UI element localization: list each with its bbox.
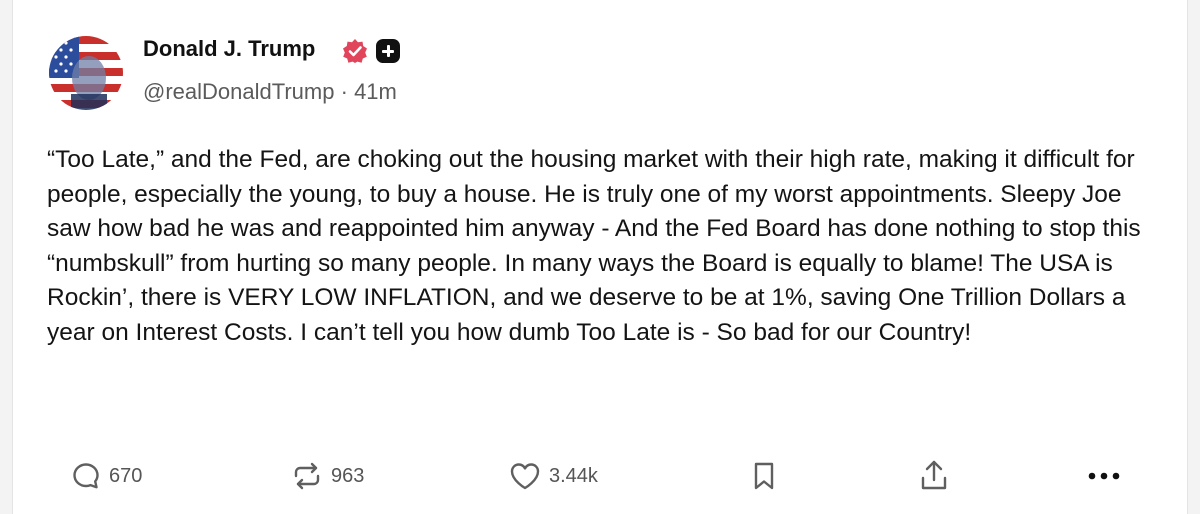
reply-icon (73, 463, 99, 489)
author-meta: @realDonaldTrump · 41m (143, 79, 397, 105)
repost-icon (294, 462, 320, 490)
post-body: “Too Late,” and the Fed, are choking out… (47, 146, 1141, 346)
like-count: 3.44k (549, 464, 598, 487)
plus-badge-icon (376, 39, 400, 63)
post-card: Donald J. Trump @realDonaldTrump · 41m “… (12, 0, 1188, 514)
more-icon (1088, 472, 1120, 480)
like-button[interactable]: 3.44k (509, 452, 598, 500)
reply-button[interactable]: 670 (71, 452, 142, 500)
share-icon (921, 460, 947, 490)
share-button[interactable] (919, 452, 949, 500)
meta-separator: · (340, 79, 348, 104)
reply-count: 670 (109, 464, 143, 487)
repost-count: 963 (331, 464, 365, 487)
bookmark-icon (754, 462, 774, 490)
post-time[interactable]: 41m (354, 79, 397, 104)
avatar-image (49, 36, 123, 110)
verified-badge-icon (343, 39, 367, 63)
avatar[interactable] (49, 36, 123, 110)
more-options-button[interactable] (1087, 452, 1121, 500)
repost-button[interactable]: 963 (291, 452, 364, 500)
author-handle[interactable]: @realDonaldTrump (143, 79, 334, 104)
post-actions: 670 963 3.44k (13, 452, 1189, 500)
heart-icon (510, 463, 540, 490)
author-name[interactable]: Donald J. Trump (143, 36, 315, 62)
bookmark-button[interactable] (751, 452, 777, 500)
